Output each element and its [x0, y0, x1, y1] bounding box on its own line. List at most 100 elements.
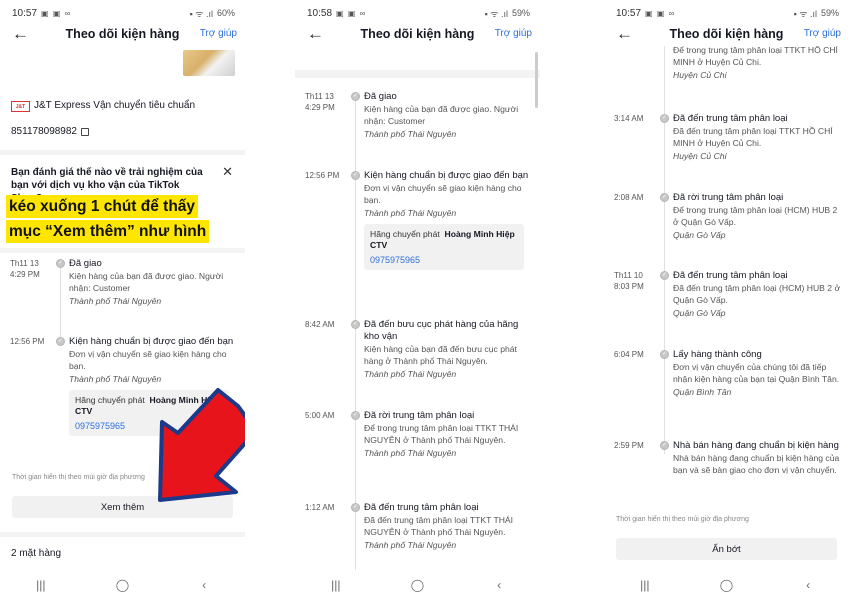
event-time: Th11 13 4:29 PM: [10, 259, 40, 279]
notification-icons: ▣ ▣ ∞: [645, 8, 676, 18]
check-icon: ✓: [351, 320, 360, 329]
back-icon[interactable]: ‹: [788, 578, 828, 592]
event-desc: Kiện hàng của bạn đã được giao. Người nh…: [69, 271, 224, 293]
help-link[interactable]: Trợ giúp: [495, 28, 532, 39]
event-desc: Đơn vị vận chuyển sẽ giao kiện hàng cho …: [364, 183, 522, 205]
status-time: 10:57: [616, 7, 642, 19]
system-nav-bar: ||| ◯ ‹: [604, 570, 849, 600]
event-desc: Đã đến trung tâm phân loại TTKT THÁI NGU…: [364, 515, 514, 537]
notification-icons: ▣ ▣ ∞: [41, 8, 72, 18]
event-desc: Để trong trung tâm phân loại TTKT HỒ CHÍ…: [673, 45, 838, 67]
phone-screen-3: Để trong trung tâm phân loại TTKT HỒ CHÍ…: [604, 0, 849, 600]
event-title: Đã đến trung tâm phân loại: [364, 502, 479, 513]
help-link[interactable]: Trợ giúp: [200, 28, 237, 39]
system-nav-bar: ||| ◯ ‹: [295, 570, 540, 600]
event-time: Th11 10 8:03 PM: [614, 271, 644, 291]
show-less-button[interactable]: Ẩn bớt: [616, 538, 837, 560]
menu-icon[interactable]: |||: [625, 578, 665, 592]
event-desc: Để trong trung tâm phân loại (HCM) HUB 2…: [673, 205, 838, 227]
event-title: Đã rời trung tâm phân loại: [364, 410, 475, 421]
section-divider: [0, 150, 245, 155]
check-icon: ✓: [660, 441, 669, 450]
check-icon: ✓: [56, 337, 65, 346]
event-desc: Đã đến trung tâm phân loại (HCM) HUB 2 ở…: [673, 283, 841, 305]
see-more-button[interactable]: Xem thêm: [12, 496, 233, 518]
back-icon[interactable]: ‹: [479, 578, 519, 592]
event-location: Thành phố Thái Nguyên: [364, 208, 457, 218]
courier-card: Hãng chuyển phát Hoàng Minh Hiệp CTV 097…: [69, 390, 229, 436]
signal-icon: ▪ ᯤ .ıl: [189, 8, 213, 19]
scrollbar[interactable]: [535, 52, 538, 108]
home-icon[interactable]: ◯: [706, 578, 746, 592]
event-time: 2:08 AM: [614, 193, 644, 202]
carrier-name: J&T Express Vận chuyển tiêu chuẩn: [34, 100, 196, 111]
event-location: Thành phố Thái Nguyên: [364, 129, 457, 139]
annotation-line-1: kéo xuống 1 chút để thấy: [6, 195, 199, 218]
check-icon: ✓: [351, 92, 360, 101]
event-time: 5:00 AM: [305, 411, 335, 420]
check-icon: ✓: [351, 411, 360, 420]
courier-label: Hãng chuyển phát Hoàng Minh Hiệp CTV: [370, 229, 515, 250]
event-time: 8:42 AM: [305, 320, 335, 329]
event-title: Đã giao: [69, 258, 102, 269]
home-icon[interactable]: ◯: [102, 578, 142, 592]
event-title: Đã đến trung tâm phân loại: [673, 270, 788, 281]
item-count: 2 mặt hàng: [11, 548, 62, 559]
app-header: ← Theo dõi kiện hàng Trợ giúp: [604, 22, 849, 48]
app-header: ← Theo dõi kiện hàng Trợ giúp: [0, 22, 245, 48]
tracking-number-row: 851178098982: [11, 126, 89, 137]
courier-label: Hãng chuyển phát Hoàng Minh Hiệp CTV: [75, 395, 220, 416]
check-icon: ✓: [660, 114, 669, 123]
event-time: 12:56 PM: [305, 171, 340, 180]
event-desc: Đơn vị vận chuyển của chúng tôi đã tiếp …: [673, 362, 840, 384]
battery-level: 59%: [820, 8, 839, 18]
home-icon[interactable]: ◯: [397, 578, 437, 592]
section-divider: [0, 248, 245, 253]
back-icon[interactable]: ‹: [184, 578, 224, 592]
event-desc: Để trong trung tâm phân loại TTKT THÁI N…: [364, 423, 519, 445]
status-right: ▪ ᯤ .ıl 60%: [190, 7, 235, 20]
check-icon: ✓: [660, 193, 669, 202]
event-title: Đã rời trung tâm phân loại: [673, 192, 784, 203]
event-location: Huyện Củ Chi: [673, 70, 727, 80]
product-thumbnail[interactable]: [183, 50, 235, 76]
event-time: 12:56 PM: [10, 337, 45, 346]
menu-icon[interactable]: |||: [316, 578, 356, 592]
event-location: Thành phố Thái Nguyên: [69, 374, 162, 384]
notification-icons: ▣ ▣ ∞: [336, 8, 367, 18]
event-title: Đã đến trung tâm phân loại: [673, 113, 788, 124]
help-link[interactable]: Trợ giúp: [804, 28, 841, 39]
status-right: ▪ ᯤ .ıl 59%: [485, 7, 530, 20]
status-right: ▪ ᯤ .ıl 59%: [794, 7, 839, 20]
menu-icon[interactable]: |||: [21, 578, 61, 592]
event-location: Thành phố Thái Nguyên: [364, 540, 457, 550]
event-location: Quận Gò Vấp: [673, 230, 726, 240]
system-nav-bar: ||| ◯ ‹: [0, 570, 245, 600]
check-icon: ✓: [351, 503, 360, 512]
copy-icon[interactable]: [81, 127, 89, 136]
event-location: Thành phố Thái Nguyên: [69, 296, 162, 306]
courier-card: Hãng chuyển phát Hoàng Minh Hiệp CTV 097…: [364, 224, 524, 270]
check-icon: ✓: [351, 171, 360, 180]
annotation-line-2: mục “Xem thêm” như hình: [6, 220, 210, 243]
check-icon: ✓: [56, 259, 65, 268]
event-desc: Nhà bán hàng đang chuẩn bị kiện hàng của…: [673, 453, 840, 475]
timeline-connector: [664, 44, 665, 454]
battery-level: 59%: [511, 8, 530, 18]
close-icon[interactable]: ✕: [222, 164, 233, 180]
event-time: 2:59 PM: [614, 441, 644, 450]
event-time: 1:12 AM: [305, 503, 335, 512]
courier-phone[interactable]: 0975975965: [370, 255, 518, 265]
courier-phone[interactable]: 0975975965: [75, 421, 223, 431]
event-desc: Đã đến trung tâm phân loại TTKT HỒ CHÍ M…: [673, 126, 833, 148]
tracking-number: 851178098982: [11, 126, 77, 137]
event-desc: Kiện hàng của bạn đã đến bưu cục phát hà…: [364, 344, 517, 366]
check-icon: ✓: [660, 350, 669, 359]
check-icon: ✓: [660, 271, 669, 280]
instruction-annotation: kéo xuống 1 chút để thấy mục “Xem thêm” …: [6, 195, 234, 245]
section-divider: [0, 532, 245, 537]
event-location: Thành phố Thái Nguyên: [364, 369, 457, 379]
timezone-note: Thời gian hiển thị theo múi giờ địa phươ…: [12, 474, 145, 481]
event-time: Th11 13 4:29 PM: [305, 92, 335, 112]
event-location: Quận Gò Vấp: [673, 308, 726, 318]
